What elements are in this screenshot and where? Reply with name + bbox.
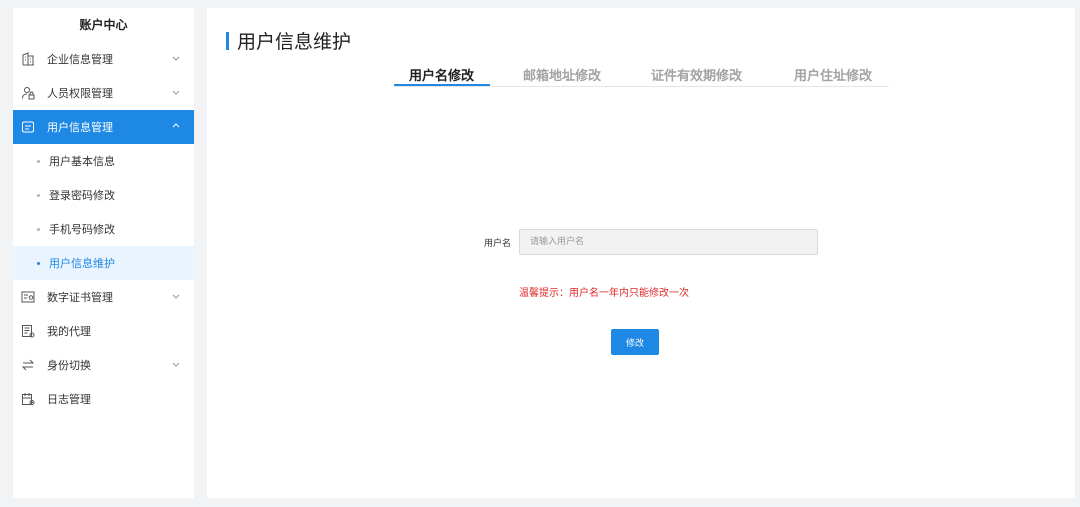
sidebar-item-enterprise-info[interactable]: 企业信息管理 bbox=[13, 42, 194, 76]
sidebar-subitem-label: 登录密码修改 bbox=[49, 189, 115, 202]
bullet-dot bbox=[37, 194, 40, 197]
switch-icon bbox=[21, 358, 35, 372]
building-icon bbox=[21, 52, 35, 66]
page-title: 用户信息维护 bbox=[226, 27, 351, 54]
sidebar: 账户中心 企业信息管理 人员权限管理 用户信息管理 用户基本信息 登录密码修改 … bbox=[13, 8, 194, 498]
username-label: 用户名 bbox=[484, 239, 512, 249]
sidebar-item-my-proxy[interactable]: 我的代理 bbox=[13, 314, 194, 348]
sidebar-item-staff-permissions[interactable]: 人员权限管理 bbox=[13, 76, 194, 110]
log-calendar-icon bbox=[21, 392, 35, 406]
sidebar-item-digital-certificate[interactable]: 数字证书管理 bbox=[13, 280, 194, 314]
tab-id-validity-change[interactable]: 证件有效期修改 bbox=[651, 65, 742, 86]
sidebar-subitem-phone-change[interactable]: 手机号码修改 bbox=[13, 212, 194, 246]
username-input[interactable] bbox=[519, 229, 818, 255]
sidebar-item-label: 日志管理 bbox=[47, 393, 91, 406]
chevron-down-icon bbox=[172, 294, 180, 299]
user-lock-icon bbox=[21, 86, 35, 100]
chevron-down-icon bbox=[172, 362, 180, 367]
sidebar-item-user-info[interactable]: 用户信息管理 bbox=[13, 110, 194, 144]
sidebar-item-log-management[interactable]: 日志管理 bbox=[13, 382, 194, 416]
sidebar-subitem-basic-info[interactable]: 用户基本信息 bbox=[13, 144, 194, 178]
page-title-text: 用户信息维护 bbox=[237, 31, 352, 53]
sidebar-item-label: 身份切换 bbox=[47, 359, 91, 372]
modify-button[interactable]: 修改 bbox=[611, 329, 659, 355]
sidebar-subitem-label: 用户基本信息 bbox=[49, 155, 115, 168]
warning-tip: 温馨提示：用户名一年内只能修改一次 bbox=[519, 288, 689, 299]
active-tab-underline bbox=[394, 84, 490, 86]
sidebar-item-label: 用户信息管理 bbox=[47, 121, 113, 134]
sidebar-item-identity-switch[interactable]: 身份切换 bbox=[13, 348, 194, 382]
tab-username-change[interactable]: 用户名修改 bbox=[409, 65, 474, 86]
tab-email-change[interactable]: 邮箱地址修改 bbox=[523, 65, 601, 86]
tab-address-change[interactable]: 用户住址修改 bbox=[794, 65, 872, 86]
sidebar-subitem-password-change[interactable]: 登录密码修改 bbox=[13, 178, 194, 212]
id-card-icon bbox=[21, 120, 35, 134]
chevron-down-icon bbox=[172, 90, 180, 95]
sidebar-subitem-info-maintenance[interactable]: 用户信息维护 bbox=[13, 246, 194, 280]
sidebar-item-label: 我的代理 bbox=[47, 325, 91, 338]
sidebar-subitem-label: 手机号码修改 bbox=[49, 223, 115, 236]
sidebar-item-label: 人员权限管理 bbox=[47, 87, 113, 100]
chevron-up-icon bbox=[172, 123, 180, 128]
sidebar-subitem-label: 用户信息维护 bbox=[49, 257, 115, 270]
certificate-icon bbox=[21, 290, 35, 304]
bullet-dot bbox=[37, 160, 40, 163]
title-accent-bar bbox=[226, 31, 229, 50]
tab-bar: 用户名修改 邮箱地址修改 证件有效期修改 用户住址修改 bbox=[394, 65, 889, 87]
sidebar-item-label: 数字证书管理 bbox=[47, 291, 113, 304]
main-panel: 用户信息维护 用户名修改 邮箱地址修改 证件有效期修改 用户住址修改 用户名 温… bbox=[207, 8, 1075, 498]
sidebar-title: 账户中心 bbox=[79, 18, 128, 32]
bullet-dot bbox=[37, 262, 40, 265]
bullet-dot bbox=[37, 228, 40, 231]
chevron-down-icon bbox=[172, 56, 180, 61]
sidebar-item-label: 企业信息管理 bbox=[47, 53, 113, 66]
proxy-doc-icon bbox=[21, 324, 35, 338]
